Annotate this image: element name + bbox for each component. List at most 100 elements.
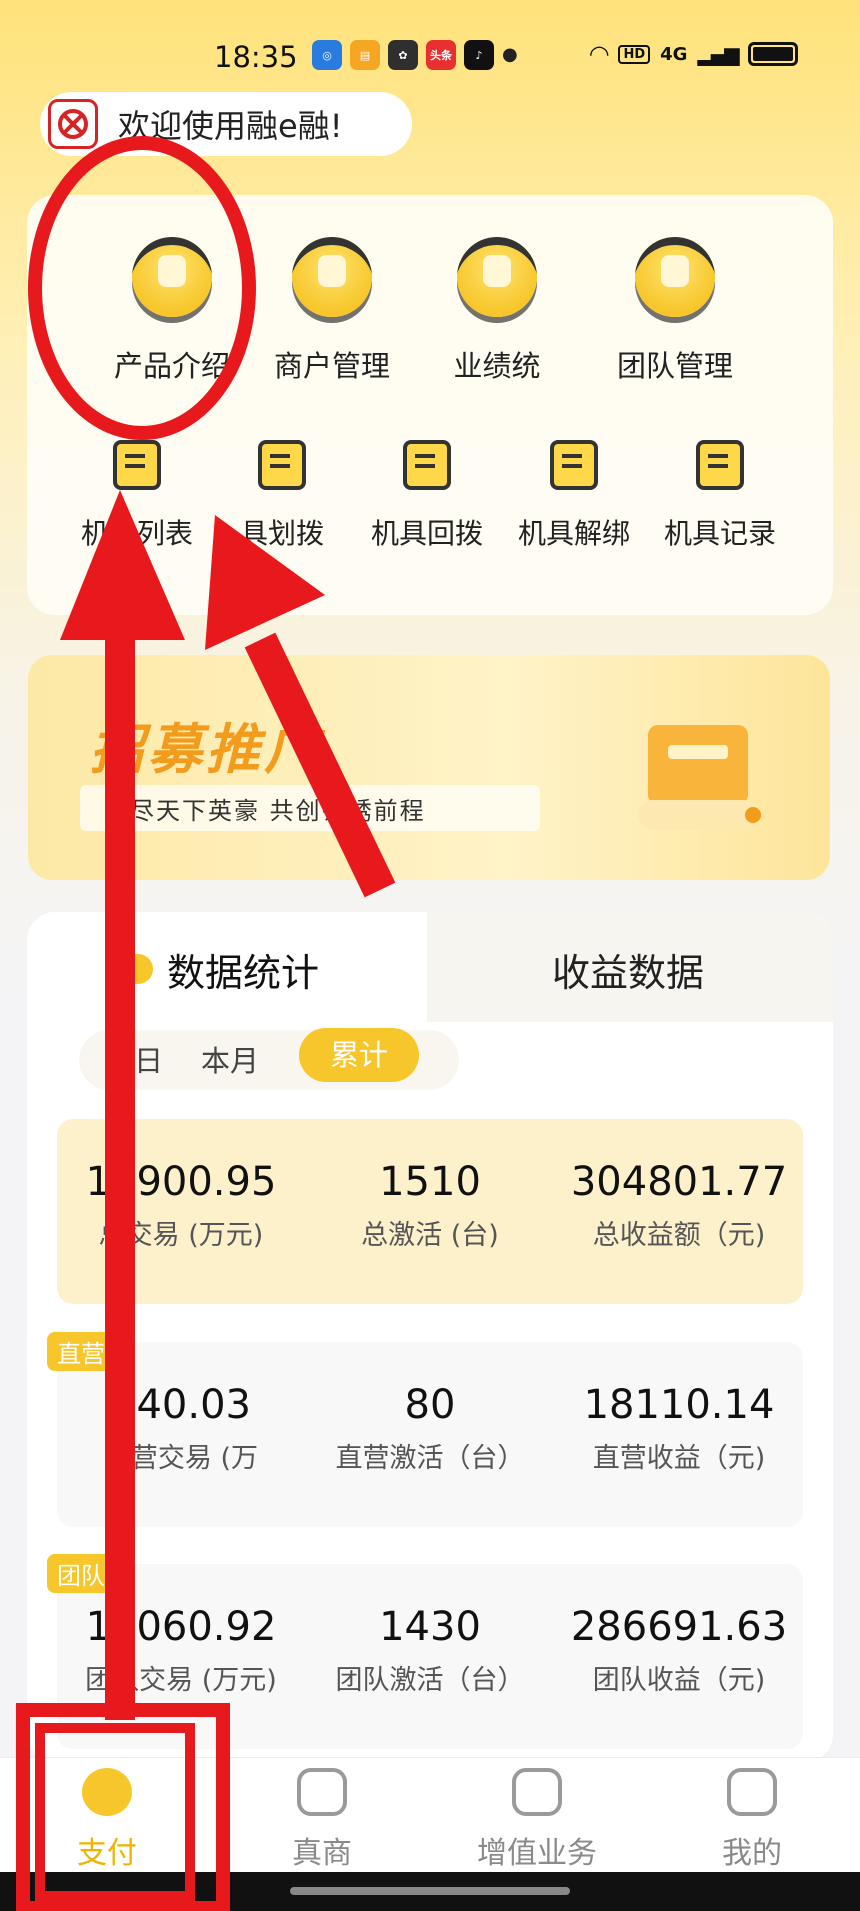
menu-label: 具划拨 — [239, 517, 324, 550]
secondary-menu: 机具列表 具划拨 机具回拨 机具解绑 机具记录 — [27, 440, 833, 580]
metric-value: 17060.92 — [85, 1604, 277, 1650]
device-transfer-icon — [258, 440, 306, 490]
metric-label: 直营交易 (万 — [103, 1443, 259, 1474]
tab-label: 收益数据 — [552, 951, 705, 995]
chart-icon — [512, 1768, 562, 1816]
metric-label: 团队收益（元) — [592, 1665, 766, 1696]
nav-label: 真商 — [292, 1836, 352, 1871]
direct-transaction: 840.03 直营交易 (万 — [57, 1382, 305, 1475]
period-today[interactable]: 今日 — [105, 1038, 163, 1080]
direct-tag: 直营 — [47, 1332, 115, 1371]
menu-item-team[interactable]: 团队管理 — [585, 237, 765, 385]
menu-item-merchant[interactable]: 商户管理 — [242, 237, 422, 385]
performance-icon — [457, 237, 537, 317]
nav-value-added[interactable]: 增值业务 — [437, 1768, 637, 1872]
metric-label: 团队激活（台） — [335, 1665, 525, 1696]
app-logo-icon — [48, 99, 98, 149]
period-total[interactable]: 累计 — [299, 1028, 419, 1082]
gesture-bar-area — [0, 1872, 860, 1911]
metric-value: 286691.63 — [570, 1604, 788, 1650]
menu-item-device-transfer[interactable]: 具划拨 — [207, 440, 357, 552]
document-illustration-icon — [638, 725, 761, 830]
direct-stats-panel: 直营 840.03 直营交易 (万 80 直营激活（台） 18110.14 直营… — [47, 1332, 803, 1527]
team-icon — [635, 237, 715, 317]
metric-label: 总交易 (万元) — [98, 1220, 264, 1251]
book-app-icon: ▤ — [350, 40, 380, 70]
tab-income-data[interactable]: 收益数据 — [427, 912, 833, 1022]
nav-label: 增值业务 — [477, 1836, 597, 1871]
wifi-icon: ◠ — [590, 40, 609, 68]
menu-item-device-callback[interactable]: 机具回拨 — [352, 440, 502, 552]
quick-menu-card: 产品介绍 商户管理 业绩统 团队管理 机具列表 具划拨 机具回拨 机具解绑 机具… — [27, 195, 833, 615]
merchant-icon — [292, 237, 372, 317]
metric-value: 80 — [404, 1382, 456, 1428]
menu-item-device-unbind[interactable]: 机具解绑 — [499, 440, 649, 552]
period-month[interactable]: 本月 — [201, 1038, 259, 1080]
map-app-icon: ◎ — [312, 40, 342, 70]
menu-item-performance[interactable]: 业绩统 — [407, 237, 587, 385]
bottom-nav: 支付 真商 增值业务 我的 — [0, 1757, 860, 1872]
network-label: 4G — [660, 43, 688, 65]
device-unbind-icon — [550, 440, 598, 490]
metric-value: 1510 — [379, 1159, 481, 1205]
team-income: 286691.63 团队收益（元) — [555, 1604, 803, 1697]
device-list-icon — [113, 440, 161, 490]
home-indicator[interactable] — [290, 1887, 570, 1895]
direct-activation: 80 直营激活（台） — [306, 1382, 554, 1475]
menu-label: 商户管理 — [273, 349, 390, 383]
metric-value: 304801.77 — [570, 1159, 788, 1205]
welcome-pill: 欢迎使用融e融! — [40, 92, 412, 156]
metric-label: 直营收益（元) — [592, 1443, 766, 1474]
tab-indicator-icon — [123, 954, 153, 984]
metric-value: 17900.95 — [85, 1159, 277, 1205]
more-dot-icon: ● — [502, 44, 518, 65]
menu-label: 机具解绑 — [517, 517, 630, 550]
team-tag: 团队 — [47, 1554, 115, 1593]
tab-label: 数据统计 — [167, 951, 320, 995]
nav-store[interactable]: 真商 — [222, 1768, 422, 1872]
nav-pay[interactable]: 支付 — [7, 1768, 207, 1872]
menu-label: 机具记录 — [663, 517, 776, 550]
menu-label: 机具列表 — [80, 517, 193, 550]
welcome-text: 欢迎使用融e融! — [118, 107, 343, 145]
pay-icon — [82, 1768, 132, 1816]
banner-title: 招募推广 — [90, 718, 322, 781]
signal-icon: ▂▄▆ — [697, 42, 739, 66]
menu-item-device-list[interactable]: 机具列表 — [62, 440, 212, 552]
total-transaction: 17900.95 总交易 (万元) — [57, 1159, 305, 1252]
metric-value: 18110.14 — [583, 1382, 775, 1428]
menu-label: 机具回拨 — [370, 517, 483, 550]
metric-value: 1430 — [379, 1604, 481, 1650]
team-transaction: 17060.92 团队交易 (万元) — [57, 1604, 305, 1697]
direct-income: 18110.14 直营收益（元) — [555, 1382, 803, 1475]
status-indicators: ◠ HD 4G ▂▄▆ — [590, 40, 798, 68]
menu-label: 产品介绍 — [113, 349, 230, 383]
status-app-icons: ◎ ▤ ✿ 头条 ♪ ● — [312, 40, 518, 70]
menu-label: 团队管理 — [616, 349, 733, 383]
stats-tabs: 数据统计 收益数据 — [27, 912, 833, 1022]
total-stats-panel: 17900.95 总交易 (万元) 1510 总激活 (台) 304801.77… — [57, 1119, 803, 1304]
product-intro-icon — [132, 237, 212, 317]
menu-item-device-record[interactable]: 机具记录 — [645, 440, 795, 552]
device-record-icon — [696, 440, 744, 490]
total-income: 304801.77 总收益额（元) — [555, 1159, 803, 1252]
status-time: 18:35 — [214, 40, 298, 74]
banner-subtitle: 览尽天下英豪 共创锦绣前程 — [80, 785, 540, 831]
metric-label: 总收益额（元) — [592, 1220, 766, 1251]
hd-badge: HD — [618, 44, 651, 64]
sunflower-app-icon: ✿ — [388, 40, 418, 70]
menu-label: 业绩统 — [453, 349, 541, 383]
menu-item-product-intro[interactable]: 产品介绍 — [82, 237, 262, 385]
nav-profile[interactable]: 我的 — [652, 1768, 852, 1872]
tiktok-app-icon: ♪ — [464, 40, 494, 70]
team-activation: 1430 团队激活（台） — [306, 1604, 554, 1697]
primary-menu: 产品介绍 商户管理 业绩统 团队管理 — [27, 237, 833, 387]
team-stats-panel: 团队 17060.92 团队交易 (万元) 1430 团队激活（台） 28669… — [47, 1554, 803, 1749]
tab-data-stats[interactable]: 数据统计 — [27, 912, 427, 1022]
recruit-banner[interactable]: 招募推广 览尽天下英豪 共创锦绣前程 — [28, 655, 830, 880]
nav-label: 我的 — [722, 1836, 782, 1871]
metric-label: 直营激活（台） — [335, 1443, 525, 1474]
total-activation: 1510 总激活 (台) — [306, 1159, 554, 1252]
store-icon — [297, 1768, 347, 1816]
nav-label: 支付 — [77, 1836, 137, 1871]
